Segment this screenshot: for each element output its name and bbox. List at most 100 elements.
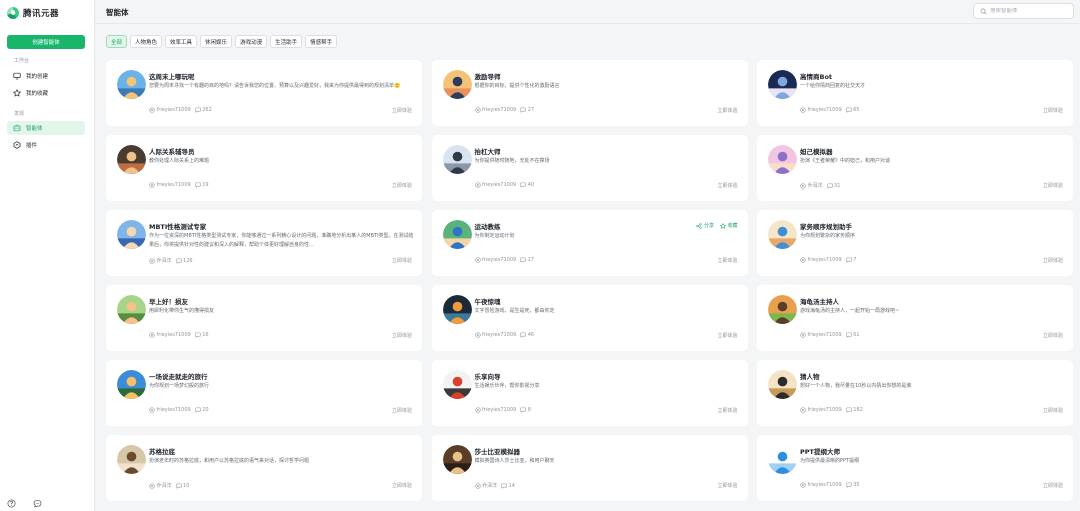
try-now-link[interactable]: 立即体验 [392, 182, 412, 189]
try-now-link[interactable]: 立即体验 [717, 182, 737, 189]
try-now-link[interactable]: 立即体验 [392, 257, 412, 264]
try-now-link[interactable]: 立即体验 [717, 482, 737, 489]
comment-icon [195, 107, 201, 113]
agent-card[interactable]: 高情商Bot 一个给你情商回复的社交天才 frieyies71009 65 立即… [757, 60, 1073, 126]
sidebar-item-agents[interactable]: 智能体 [7, 121, 85, 135]
author-info: frieyies71009 [149, 182, 191, 188]
search-box[interactable] [973, 3, 1074, 19]
author-info: 乔洱洋 [474, 482, 497, 489]
agent-description: 扮演老年时的苏格拉底，和用户以苏格拉底的语气来对话，探讨哲学问题 [149, 458, 310, 464]
agent-card[interactable]: 午夜惊魂 文字冒险游戏，是生是死，都由你定 frieyies71009 46 立… [431, 285, 748, 351]
author-name: frieyies71009 [482, 257, 517, 263]
try-now-link[interactable]: 立即体验 [717, 332, 737, 339]
at-icon [149, 257, 155, 264]
conversation-count: 126 [175, 258, 193, 264]
count-value: 16 [202, 332, 209, 338]
at-icon [800, 257, 806, 263]
try-now-link[interactable]: 立即体验 [717, 407, 737, 414]
tab-all[interactable]: 全部 [106, 35, 128, 48]
try-now-link[interactable]: 立即体验 [1043, 332, 1063, 339]
category-tabs: 全部 人物角色 效率工具 休闲娱乐 游戏动漫 生活助手 情感帮手 [106, 35, 338, 48]
agent-card[interactable]: 一场说走就走的旅行 为你规划一场梦幻般的旅行 frieyies71009 20 … [106, 360, 422, 426]
tab-life-assistant[interactable]: 生活助手 [270, 35, 303, 48]
tab-emotional-helper[interactable]: 情感帮手 [305, 35, 338, 48]
agent-title: 午夜惊魂 [474, 298, 501, 306]
author-info: frieyies71009 [800, 107, 842, 113]
agent-card[interactable]: 莎士比亚模拟器 模拟英国诗人莎士比亚，和用户聊天 乔洱洋 14 立即体验 [431, 435, 748, 501]
try-now-link[interactable]: 立即体验 [392, 482, 412, 489]
at-icon [149, 482, 155, 489]
conversation-count: 182 [846, 407, 863, 413]
agent-card[interactable]: 运动教练 分享 收藏 为你制定运动计划 frieyies71009 17 立即体… [431, 210, 748, 276]
agent-meta: 乔洱洋 10 [149, 482, 189, 489]
agent-meta: 乔洱洋 14 [474, 482, 515, 489]
agent-card[interactable]: 人际关系辅导员 教你处理人际关系上的难题 frieyies71009 19 立即… [106, 135, 422, 201]
try-now-link[interactable]: 立即体验 [1043, 257, 1063, 264]
agent-card[interactable]: 抬杠大师 为你提供随时随地，无处不在撑场 frieyies71009 40 立即… [431, 135, 748, 201]
agent-description: 想好一个人物，我尽量在10秒以内猜出你想的是谁 [800, 383, 912, 389]
tab-productivity[interactable]: 效率工具 [165, 35, 198, 48]
agent-card[interactable]: MBTI性格测试专家 作为一位资深的MBTI性格类型测试专家，你能够通过一系列精… [106, 210, 422, 276]
collect-button[interactable]: 收藏 [720, 222, 738, 229]
agent-title: 这周末上哪玩呢 [149, 73, 195, 81]
sidebar-item-plugins[interactable]: 插件 [7, 138, 85, 152]
agent-card[interactable]: PPT提纲大师 为你提供最清晰的PPT提纲 frieyies71009 35 立… [757, 435, 1073, 501]
tab-games-anime[interactable]: 游戏动漫 [235, 35, 268, 48]
agent-card[interactable]: 乐享向导 生活娱乐伙伴，帮你影视分享 frieyies71009 8 立即体验 [431, 360, 748, 426]
sidebar-item-my-favorites[interactable]: 我的收藏 [7, 86, 85, 100]
count-value: 14 [508, 482, 515, 489]
try-now-link[interactable]: 立即体验 [1043, 107, 1063, 114]
agent-description: 扮演《王者荣耀》中的妲己，和用户对谈 [800, 158, 891, 164]
agent-description: 生活娱乐伙伴，帮你影视分享 [474, 383, 540, 389]
tab-leisure[interactable]: 休闲娱乐 [200, 35, 233, 48]
agent-meta: frieyies71009 27 [474, 107, 534, 113]
create-agent-button[interactable]: 创建智能体 [7, 35, 85, 49]
agent-title: 乐享向导 [474, 373, 501, 381]
comment-icon [520, 257, 526, 263]
try-now-link[interactable]: 立即体验 [717, 107, 737, 114]
try-now-link[interactable]: 立即体验 [392, 332, 412, 339]
agent-description: 作为一位资深的MBTI性格类型测试专家，你能够通过一系列精心设计的问题，准确地分… [149, 233, 414, 248]
sidebar-item-my-created[interactable]: 我的创建 [7, 69, 85, 83]
brand-logo[interactable]: 腾讯元器 [7, 6, 59, 20]
agent-card[interactable]: 激励导师 根据你的目标，提供个性化的激励语言 frieyies71009 27 … [431, 60, 748, 126]
comment-icon [195, 182, 201, 188]
agent-description: 为你提供随时随地，无处不在撑场 [474, 158, 550, 164]
agent-card[interactable]: 妲己模拟器 扮演《王者荣耀》中的妲己，和用户对谈 乔洱洋 31 立即体验 [757, 135, 1073, 201]
sidebar-item-label: 智能体 [26, 126, 43, 132]
agent-card[interactable]: 这周末上哪玩呢 您要为周末寻找一个有趣的目的地吗？请告诉我您的位置、预算以及兴趣… [106, 60, 422, 126]
agent-card[interactable]: 苏格拉底 扮演老年时的苏格拉底，和用户以苏格拉底的语气来对话，探讨哲学问题 乔洱… [106, 435, 422, 501]
help-icon[interactable] [7, 499, 16, 508]
conversation-count: 262 [195, 107, 212, 113]
at-icon [474, 257, 481, 263]
share-button[interactable]: 分享 [696, 222, 714, 229]
conversation-count: 19 [195, 182, 209, 188]
conversation-count: 27 [520, 107, 534, 113]
chat-bubble-icon[interactable] [33, 499, 42, 508]
agent-meta: frieyies71009 20 [149, 407, 209, 413]
agent-meta: frieyies71009 16 [149, 332, 209, 338]
at-icon [149, 407, 155, 413]
agent-card[interactable]: 早上好！损友 用犀利化带你生气的懂得损友 frieyies71009 16 立即… [106, 285, 422, 351]
try-now-link[interactable]: 立即体验 [1043, 482, 1063, 489]
try-now-link[interactable]: 立即体验 [1043, 182, 1063, 189]
agent-description: 根据你的目标，提供个性化的激励语言 [474, 83, 560, 89]
agent-card[interactable]: 海龟汤主持人 游戏海龟汤的主持人，一起开始一局游戏吧~ frieyies7100… [757, 285, 1073, 351]
agent-avatar [768, 220, 797, 249]
try-now-link[interactable]: 立即体验 [717, 257, 737, 264]
agent-meta: frieyies71009 182 [800, 407, 863, 413]
comment-icon [846, 482, 852, 488]
agent-card[interactable]: 猜人物 想好一个人物，我尽量在10秒以内猜出你想的是谁 frieyies7100… [757, 360, 1073, 426]
tab-characters[interactable]: 人物角色 [130, 35, 163, 48]
author-name: 乔洱洋 [807, 183, 823, 189]
card-actions: 分享 收藏 [696, 222, 738, 229]
try-now-link[interactable]: 立即体验 [392, 107, 412, 114]
agent-avatar [442, 70, 472, 99]
try-now-link[interactable]: 立即体验 [1043, 407, 1063, 414]
try-now-link[interactable]: 立即体验 [392, 407, 412, 414]
search-input[interactable] [990, 8, 1070, 14]
agent-card[interactable]: 家务顺序规划助手 为你规划繁杂的家务顺序 frieyies71009 7 立即体… [757, 210, 1073, 276]
agent-avatar [117, 445, 146, 474]
agent-description: 为你规划一场梦幻般的旅行 [149, 383, 210, 389]
count-value: 262 [202, 107, 212, 113]
